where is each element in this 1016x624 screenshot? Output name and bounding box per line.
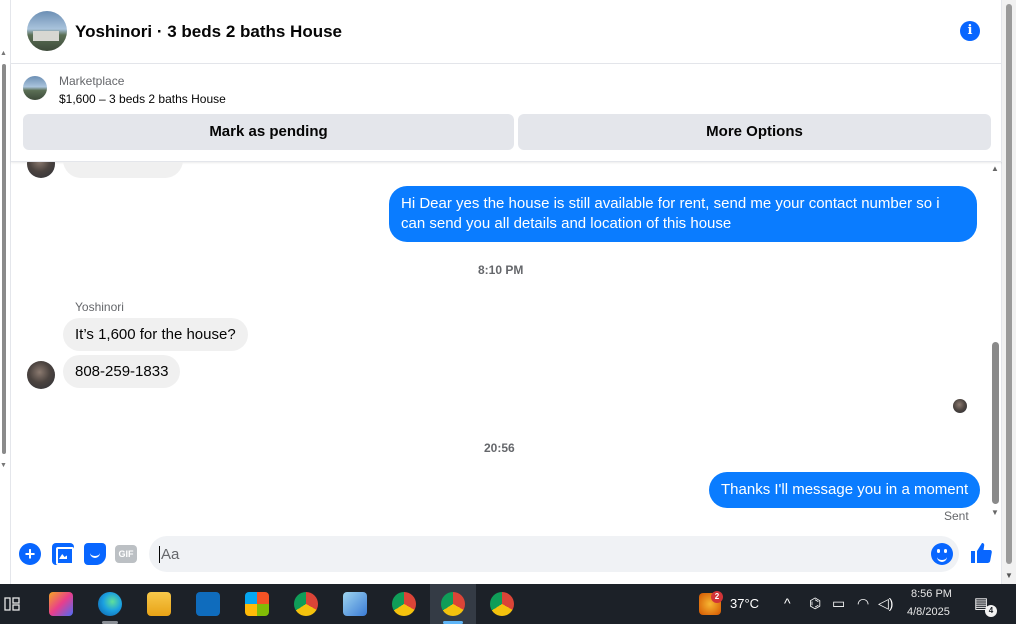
chevron-up-icon[interactable]: ^	[784, 595, 791, 611]
chrome-profile-icon[interactable]	[441, 592, 465, 616]
weather-badge: 2	[711, 591, 723, 603]
message-input[interactable]: Aa	[149, 536, 959, 572]
chat-window: Yoshinori · 3 beds 2 baths House i Marke…	[10, 0, 1003, 584]
sender-avatar[interactable]	[27, 162, 55, 178]
gif-button[interactable]: GIF	[115, 545, 137, 563]
message-timestamp: 20:56	[484, 441, 515, 455]
incoming-message[interactable]: It’s 1,600 for the house?	[63, 318, 248, 351]
chrome-profile-icon[interactable]	[490, 592, 514, 616]
volume-icon[interactable]: ◁)	[878, 595, 893, 612]
outgoing-message[interactable]: Thanks I'll message you in a moment	[709, 472, 981, 508]
page-scrollbar-right-thumb[interactable]	[1006, 4, 1012, 564]
screen: ▲ ▼ Yoshinori · 3 beds 2 baths House i M…	[0, 0, 1016, 624]
clock-date[interactable]: 4/8/2025	[907, 606, 950, 618]
info-icon[interactable]: i	[960, 21, 980, 41]
notepad-icon[interactable]	[343, 592, 367, 616]
message-timestamp: 8:10 PM	[478, 263, 524, 277]
message-bubble-cut	[63, 162, 183, 178]
task-view-icon[interactable]	[4, 596, 20, 612]
message-scrollbar-thumb[interactable]	[992, 342, 999, 504]
listing-title[interactable]: $1,600 – 3 beds 2 baths House	[59, 92, 226, 106]
battery-icon[interactable]: ▭	[832, 595, 845, 612]
sender-name: Yoshinori	[75, 300, 124, 314]
temperature[interactable]: 37°C	[730, 596, 759, 611]
message-composer: + GIF Aa	[11, 528, 1003, 580]
microsoft-store-icon[interactable]	[245, 592, 269, 616]
file-explorer-icon[interactable]	[147, 592, 171, 616]
chat-title[interactable]: Yoshinori · 3 beds 2 baths House	[75, 22, 342, 42]
message-input-placeholder: Aa	[161, 546, 180, 563]
meet-icon[interactable]: ⌬	[809, 595, 821, 612]
sent-status: Sent	[944, 509, 969, 523]
scroll-up-arrow-icon[interactable]: ▲	[991, 164, 999, 173]
copilot-icon[interactable]	[49, 592, 73, 616]
scroll-down-arrow-icon[interactable]: ▼	[0, 462, 7, 469]
wifi-icon[interactable]: ◠	[857, 595, 869, 612]
incoming-message[interactable]: 808-259-1833	[63, 355, 181, 388]
sender-avatar[interactable]	[27, 361, 55, 389]
edge-browser-icon[interactable]	[98, 592, 122, 616]
text-caret	[159, 546, 160, 563]
chrome-profile-icon[interactable]	[392, 592, 416, 616]
scroll-down-arrow-icon[interactable]: ▼	[1005, 571, 1013, 580]
outgoing-message[interactable]: Hi Dear yes the house is still available…	[389, 186, 977, 242]
listing-thumbnail[interactable]	[23, 76, 47, 100]
notification-count: 4	[985, 605, 997, 617]
page-scrollbar-left-thumb[interactable]	[2, 64, 6, 454]
listing-label: Marketplace	[59, 74, 125, 88]
clock-time[interactable]: 8:56 PM	[911, 588, 952, 600]
marketplace-listing-panel: Marketplace $1,600 – 3 beds 2 baths Hous…	[11, 64, 1003, 162]
thumbs-up-icon[interactable]	[969, 541, 993, 565]
seen-avatar-icon	[953, 399, 967, 413]
more-options-button[interactable]: More Options	[518, 114, 991, 150]
contact-avatar[interactable]	[27, 11, 67, 51]
scroll-down-arrow-icon[interactable]: ▼	[991, 508, 999, 517]
chrome-icon[interactable]	[294, 592, 318, 616]
photo-icon[interactable]	[52, 543, 74, 565]
message-list-scrollbar[interactable]: ▲ ▼	[989, 162, 1001, 522]
chat-header: Yoshinori · 3 beds 2 baths House i	[11, 0, 1003, 64]
emoji-icon[interactable]	[931, 543, 953, 565]
sticker-icon[interactable]	[84, 543, 106, 565]
scroll-up-arrow-icon[interactable]: ▲	[0, 50, 7, 57]
mark-as-pending-button[interactable]: Mark as pending	[23, 114, 514, 150]
page-scrollbar-right[interactable]: ▼	[1002, 0, 1016, 584]
page-scrollbar-left[interactable]: ▲ ▼	[0, 40, 8, 480]
message-list: Hi Dear yes the house is still available…	[11, 162, 1003, 528]
taskbar: 2 37°C ^ ⌬ ▭ ◠ ◁) 8:56 PM 4/8/2025 ▤ 4	[0, 584, 1016, 624]
outlook-icon[interactable]	[196, 592, 220, 616]
plus-icon[interactable]: +	[19, 543, 41, 565]
